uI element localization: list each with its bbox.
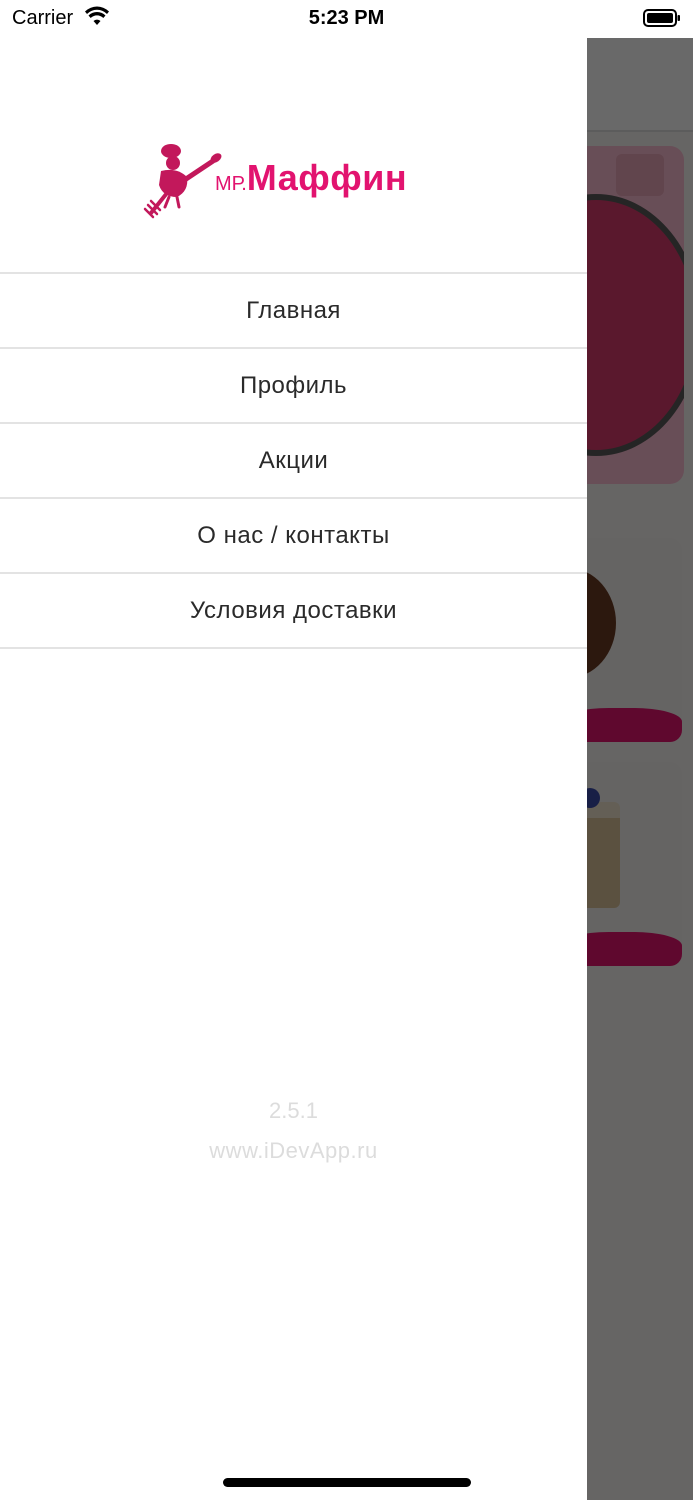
side-menu-drawer: МР.Маффин Главная Профиль Акции О нас / … <box>0 38 587 1500</box>
app-version: 2.5.1 <box>269 1098 318 1123</box>
home-indicator[interactable] <box>223 1478 471 1487</box>
brand-prefix: МР. <box>215 173 247 195</box>
menu-item-promotions[interactable]: Акции <box>0 424 587 499</box>
brand-name: МР.Маффин <box>215 157 407 199</box>
status-bar: Carrier 5:23 PM <box>0 0 693 38</box>
brand-title: Маффин <box>246 157 408 198</box>
chef-mascot-icon <box>143 144 222 219</box>
menu-item-home[interactable]: Главная <box>0 274 587 349</box>
menu-item-profile[interactable]: Профиль <box>0 349 587 424</box>
menu-item-delivery-terms[interactable]: Условия доставки <box>0 574 587 649</box>
developer-website: www.iDevApp.ru <box>209 1138 378 1163</box>
navigation-menu: Главная Профиль Акции О нас / контакты У… <box>0 272 587 649</box>
menu-item-about-contacts[interactable]: О нас / контакты <box>0 499 587 574</box>
clock: 5:23 PM <box>308 7 385 29</box>
brand-logo: МР.Маффин <box>143 141 453 221</box>
battery-icon <box>643 9 680 27</box>
